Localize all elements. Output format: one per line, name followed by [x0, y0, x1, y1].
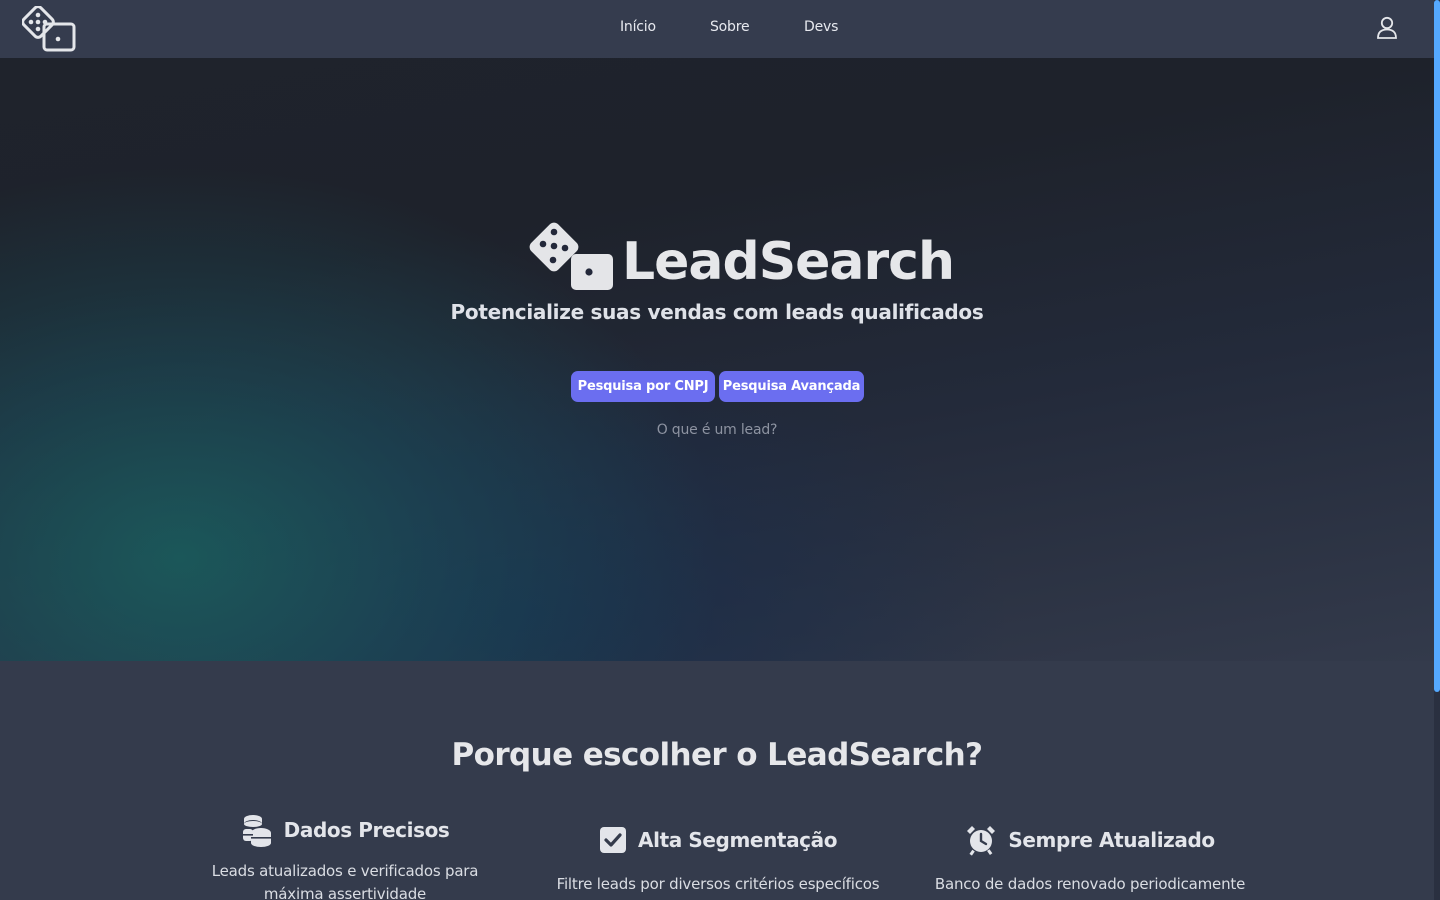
nav-links: Início Sobre Devs: [0, 0, 1434, 58]
feature-title: Sempre Atualizado: [1008, 828, 1215, 852]
scrollbar-thumb[interactable]: [1434, 0, 1440, 692]
feature-description: Banco de dados renovado periodicamente: [934, 875, 1246, 893]
hero-brand: LeadSearch: [527, 218, 955, 298]
what-is-lead-link[interactable]: O que é um lead?: [0, 422, 1434, 438]
nav-link-sobre[interactable]: Sobre: [710, 19, 750, 35]
hero-subtitle: Potencialize suas vendas com leads quali…: [450, 300, 984, 324]
feature-description: Filtre leads por diversos critérios espe…: [556, 875, 880, 893]
brand-title: LeadSearch: [622, 232, 955, 292]
dice-logo-icon: [529, 222, 613, 290]
feature-card-segmentation: Alta Segmentação Filtre leads por divers…: [555, 826, 881, 896]
feature-card-updated: Sempre Atualizado Banco de dados renovad…: [927, 826, 1253, 896]
navbar: Início Sobre Devs: [0, 0, 1434, 58]
advanced-search-button[interactable]: Pesquisa Avançada: [719, 371, 864, 402]
search-cnpj-button[interactable]: Pesquisa por CNPJ: [571, 371, 715, 402]
feature-title: Dados Precisos: [283, 818, 450, 842]
hero-section: LeadSearch Potencialize suas vendas com …: [0, 58, 1434, 661]
checkbox-icon: [599, 827, 626, 853]
user-icon[interactable]: [1376, 16, 1398, 40]
why-section: Porque escolher o LeadSearch? Dados Prec…: [0, 661, 1434, 900]
alarm-clock-icon: [967, 826, 996, 856]
nav-link-inicio[interactable]: Início: [620, 19, 656, 35]
why-title: Porque escolher o LeadSearch?: [451, 737, 984, 773]
feature-description: Leads atualizados e verificados para máx…: [211, 862, 479, 900]
feature-card-precise-data: Dados Precisos Leads atualizados e verif…: [182, 813, 508, 900]
nav-link-devs[interactable]: Devs: [804, 19, 838, 35]
feature-title: Alta Segmentação: [638, 828, 838, 852]
coins-icon: [242, 815, 271, 847]
